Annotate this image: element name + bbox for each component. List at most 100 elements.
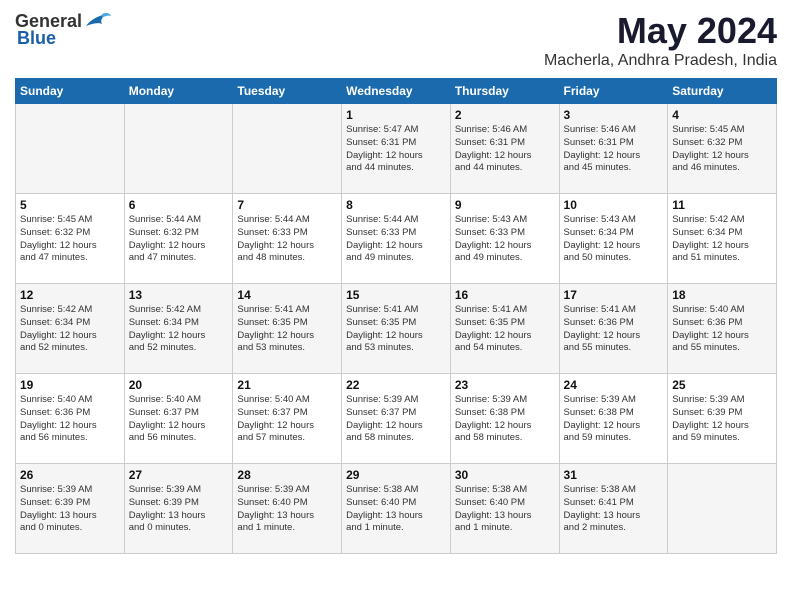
day-number: 17 — [564, 288, 664, 302]
calendar-cell: 15 Sunrise: 5:41 AM Sunset: 6:35 PM Dayli… — [342, 284, 451, 374]
calendar-cell — [16, 104, 125, 194]
day-info: Sunrise: 5:40 AM Sunset: 6:37 PM Dayligh… — [237, 394, 337, 445]
calendar-cell: 17 Sunrise: 5:41 AM Sunset: 6:36 PM Dayli… — [559, 284, 668, 374]
day-number: 31 — [564, 468, 664, 482]
day-info: Sunrise: 5:41 AM Sunset: 6:35 PM Dayligh… — [237, 304, 337, 355]
day-info: Sunrise: 5:41 AM Sunset: 6:35 PM Dayligh… — [346, 304, 446, 355]
calendar-cell: 19 Sunrise: 5:40 AM Sunset: 6:36 PM Dayli… — [16, 374, 125, 464]
day-info: Sunrise: 5:44 AM Sunset: 6:32 PM Dayligh… — [129, 214, 229, 265]
page-header: General Blue May 2024 Macherla, Andhra P… — [15, 10, 777, 70]
day-info: Sunrise: 5:39 AM Sunset: 6:37 PM Dayligh… — [346, 394, 446, 445]
location-subtitle: Macherla, Andhra Pradesh, India — [544, 52, 777, 70]
day-number: 15 — [346, 288, 446, 302]
day-number: 29 — [346, 468, 446, 482]
day-number: 24 — [564, 378, 664, 392]
day-number: 25 — [672, 378, 772, 392]
day-info: Sunrise: 5:38 AM Sunset: 6:41 PM Dayligh… — [564, 484, 664, 535]
day-number: 10 — [564, 198, 664, 212]
day-info: Sunrise: 5:39 AM Sunset: 6:38 PM Dayligh… — [564, 394, 664, 445]
calendar-cell: 25 Sunrise: 5:39 AM Sunset: 6:39 PM Dayli… — [668, 374, 777, 464]
header-monday: Monday — [124, 79, 233, 104]
day-number: 28 — [237, 468, 337, 482]
day-info: Sunrise: 5:39 AM Sunset: 6:39 PM Dayligh… — [672, 394, 772, 445]
day-number: 20 — [129, 378, 229, 392]
day-info: Sunrise: 5:39 AM Sunset: 6:39 PM Dayligh… — [129, 484, 229, 535]
day-number: 12 — [20, 288, 120, 302]
day-number: 21 — [237, 378, 337, 392]
day-number: 3 — [564, 108, 664, 122]
day-info: Sunrise: 5:41 AM Sunset: 6:35 PM Dayligh… — [455, 304, 555, 355]
calendar-cell: 30Sunrise: 5:38 AM Sunset: 6:40 PM Dayli… — [450, 464, 559, 554]
calendar-week-row: 5Sunrise: 5:45 AM Sunset: 6:32 PM Daylig… — [16, 194, 777, 284]
calendar-cell: 9 Sunrise: 5:43 AM Sunset: 6:33 PM Daylig… — [450, 194, 559, 284]
calendar-cell: 6 Sunrise: 5:44 AM Sunset: 6:32 PM Daylig… — [124, 194, 233, 284]
calendar-cell: 14 Sunrise: 5:41 AM Sunset: 6:35 PM Dayli… — [233, 284, 342, 374]
calendar-cell: 12 Sunrise: 5:42 AM Sunset: 6:34 PM Dayli… — [16, 284, 125, 374]
day-number: 9 — [455, 198, 555, 212]
day-number: 6 — [129, 198, 229, 212]
calendar-cell: 22 Sunrise: 5:39 AM Sunset: 6:37 PM Dayli… — [342, 374, 451, 464]
day-info: Sunrise: 5:39 AM Sunset: 6:39 PM Dayligh… — [20, 484, 120, 535]
day-number: 1 — [346, 108, 446, 122]
day-info: Sunrise: 5:40 AM Sunset: 6:36 PM Dayligh… — [672, 304, 772, 355]
calendar-cell — [124, 104, 233, 194]
day-number: 27 — [129, 468, 229, 482]
header-friday: Friday — [559, 79, 668, 104]
calendar-cell: 20Sunrise: 5:40 AM Sunset: 6:37 PM Dayli… — [124, 374, 233, 464]
calendar-cell: 2 Sunrise: 5:46 AM Sunset: 6:31 PM Daylig… — [450, 104, 559, 194]
day-info: Sunrise: 5:46 AM Sunset: 6:31 PM Dayligh… — [564, 124, 664, 175]
day-number: 11 — [672, 198, 772, 212]
day-number: 18 — [672, 288, 772, 302]
day-info: Sunrise: 5:44 AM Sunset: 6:33 PM Dayligh… — [237, 214, 337, 265]
day-info: Sunrise: 5:38 AM Sunset: 6:40 PM Dayligh… — [346, 484, 446, 535]
calendar-cell: 11 Sunrise: 5:42 AM Sunset: 6:34 PM Dayli… — [668, 194, 777, 284]
calendar-cell: 13Sunrise: 5:42 AM Sunset: 6:34 PM Dayli… — [124, 284, 233, 374]
calendar-cell: 4 Sunrise: 5:45 AM Sunset: 6:32 PM Daylig… — [668, 104, 777, 194]
calendar-cell: 16 Sunrise: 5:41 AM Sunset: 6:35 PM Dayli… — [450, 284, 559, 374]
logo-blue-text: Blue — [17, 28, 56, 49]
calendar-table: SundayMondayTuesdayWednesdayThursdayFrid… — [15, 78, 777, 554]
day-info: Sunrise: 5:40 AM Sunset: 6:36 PM Dayligh… — [20, 394, 120, 445]
calendar-cell: 3 Sunrise: 5:46 AM Sunset: 6:31 PM Daylig… — [559, 104, 668, 194]
day-info: Sunrise: 5:44 AM Sunset: 6:33 PM Dayligh… — [346, 214, 446, 265]
day-number: 13 — [129, 288, 229, 302]
calendar-cell — [668, 464, 777, 554]
day-number: 2 — [455, 108, 555, 122]
day-info: Sunrise: 5:43 AM Sunset: 6:33 PM Dayligh… — [455, 214, 555, 265]
calendar-week-row: 12 Sunrise: 5:42 AM Sunset: 6:34 PM Dayli… — [16, 284, 777, 374]
day-info: Sunrise: 5:38 AM Sunset: 6:40 PM Dayligh… — [455, 484, 555, 535]
day-number: 4 — [672, 108, 772, 122]
logo: General Blue — [15, 10, 112, 49]
day-info: Sunrise: 5:45 AM Sunset: 6:32 PM Dayligh… — [20, 214, 120, 265]
calendar-cell: 10 Sunrise: 5:43 AM Sunset: 6:34 PM Dayli… — [559, 194, 668, 284]
calendar-week-row: 1Sunrise: 5:47 AM Sunset: 6:31 PM Daylig… — [16, 104, 777, 194]
day-info: Sunrise: 5:46 AM Sunset: 6:31 PM Dayligh… — [455, 124, 555, 175]
day-info: Sunrise: 5:41 AM Sunset: 6:36 PM Dayligh… — [564, 304, 664, 355]
calendar-cell: 28Sunrise: 5:39 AM Sunset: 6:40 PM Dayli… — [233, 464, 342, 554]
header-tuesday: Tuesday — [233, 79, 342, 104]
calendar-week-row: 26 Sunrise: 5:39 AM Sunset: 6:39 PM Dayli… — [16, 464, 777, 554]
day-number: 22 — [346, 378, 446, 392]
calendar-cell: 21 Sunrise: 5:40 AM Sunset: 6:37 PM Dayli… — [233, 374, 342, 464]
calendar-cell: 27 Sunrise: 5:39 AM Sunset: 6:39 PM Dayli… — [124, 464, 233, 554]
title-area: May 2024 Macherla, Andhra Pradesh, India — [544, 10, 777, 70]
header-sunday: Sunday — [16, 79, 125, 104]
header-saturday: Saturday — [668, 79, 777, 104]
month-year-title: May 2024 — [544, 10, 777, 52]
header-thursday: Thursday — [450, 79, 559, 104]
day-number: 19 — [20, 378, 120, 392]
calendar-cell: 23Sunrise: 5:39 AM Sunset: 6:38 PM Dayli… — [450, 374, 559, 464]
day-number: 16 — [455, 288, 555, 302]
day-info: Sunrise: 5:43 AM Sunset: 6:34 PM Dayligh… — [564, 214, 664, 265]
calendar-cell: 1Sunrise: 5:47 AM Sunset: 6:31 PM Daylig… — [342, 104, 451, 194]
day-number: 26 — [20, 468, 120, 482]
day-info: Sunrise: 5:45 AM Sunset: 6:32 PM Dayligh… — [672, 124, 772, 175]
calendar-header-row: SundayMondayTuesdayWednesdayThursdayFrid… — [16, 79, 777, 104]
day-info: Sunrise: 5:42 AM Sunset: 6:34 PM Dayligh… — [20, 304, 120, 355]
calendar-cell — [233, 104, 342, 194]
header-wednesday: Wednesday — [342, 79, 451, 104]
calendar-cell: 26 Sunrise: 5:39 AM Sunset: 6:39 PM Dayli… — [16, 464, 125, 554]
calendar-cell: 29 Sunrise: 5:38 AM Sunset: 6:40 PM Dayli… — [342, 464, 451, 554]
day-info: Sunrise: 5:42 AM Sunset: 6:34 PM Dayligh… — [672, 214, 772, 265]
day-number: 14 — [237, 288, 337, 302]
